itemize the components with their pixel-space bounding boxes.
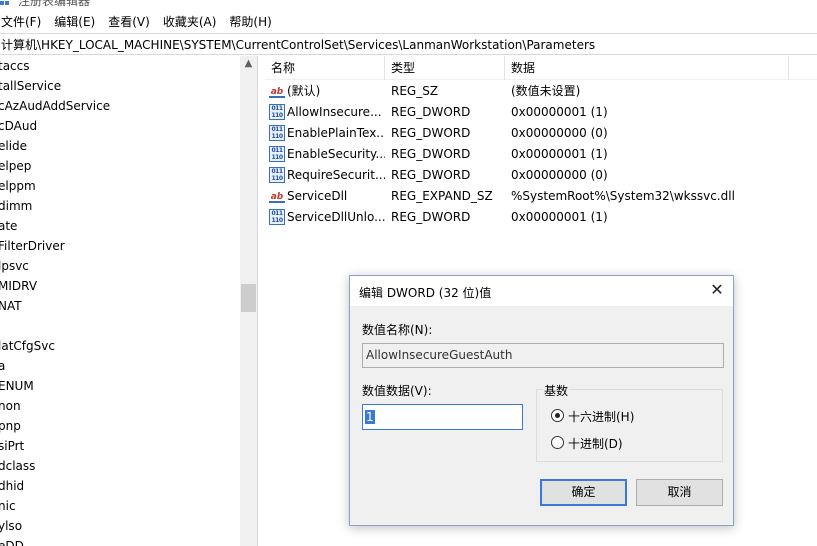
menu-help[interactable]: 帮助(H) [227, 13, 278, 30]
address-path: 计算机\HKEY_LOCAL_MACHINE\SYSTEM\CurrentCon… [1, 37, 596, 52]
string-value-icon: ab [269, 84, 285, 98]
value-type: REG_SZ [391, 83, 439, 98]
list-header: 名称 类型 数据 [265, 56, 817, 80]
tree-item[interactable] [0, 316, 257, 336]
value-name: EnableSecurity... [287, 146, 385, 161]
edit-dword-dialog: 编辑 DWORD (32 位)值 ✕ 数值名称(N): AllowInsecur… [349, 275, 734, 526]
tree-item[interactable]: elide [0, 136, 257, 156]
value-name: (默认) [287, 84, 321, 98]
tree-item[interactable]: elppm [0, 176, 257, 196]
value-row[interactable]: 011 110 RequireSecurit... REG_DWORD 0x0000… [265, 164, 817, 185]
value-data: 0x00000001 (1) [511, 104, 608, 119]
menu-bar: 文件(F) 编辑(E) 查看(V) 收藏夹(A) 帮助(H) [0, 11, 817, 32]
tree-item[interactable]: cAzAudAddService [0, 96, 257, 116]
key-tree-pane: taccs tallService cAzAudAddService cDAud… [0, 56, 258, 546]
menu-edit[interactable]: 编辑(E) [52, 13, 102, 30]
dialog-title: 编辑 DWORD (32 位)值 [359, 286, 492, 300]
menu-file[interactable]: 文件(F) [0, 13, 48, 30]
value-data-input[interactable]: 1 [362, 404, 523, 430]
tree-item[interactable]: elpep [0, 156, 257, 176]
value-data-text: 1 [365, 410, 375, 424]
dword-value-icon: 011 110 [269, 124, 285, 141]
value-name: RequireSecurit... [287, 167, 385, 182]
dword-value-icon: 011 110 [269, 145, 285, 162]
value-data: 0x00000001 (1) [511, 209, 608, 224]
tree-item[interactable]: cDAud [0, 116, 257, 136]
registry-editor-window: 注册表编辑器 文件(F) 编辑(E) 查看(V) 收藏夹(A) 帮助(H) 计算… [0, 0, 817, 546]
dialog-title-bar[interactable]: 编辑 DWORD (32 位)值 ✕ [350, 276, 733, 306]
value-type: REG_DWORD [391, 167, 471, 182]
registry-app-icon [0, 0, 10, 6]
value-name: EnablePlainTex... [287, 125, 385, 140]
column-header-name[interactable]: 名称 [265, 56, 385, 80]
value-type: REG_DWORD [391, 104, 471, 119]
value-name-field: AllowInsecureGuestAuth [362, 343, 724, 368]
tree-item[interactable]: FilterDriver [0, 236, 257, 256]
value-type: REG_DWORD [391, 125, 471, 140]
tree-item[interactable]: dclass [0, 456, 257, 476]
dword-value-icon: 011 110 [269, 208, 285, 225]
value-name: AllowInsecure... [287, 104, 382, 119]
tree-item[interactable]: pnp [0, 416, 257, 436]
radio-decimal-label[interactable]: 十进制(D) [568, 435, 623, 452]
tree-item[interactable]: eDD [0, 536, 257, 546]
value-name-label: 数值名称(N): [362, 323, 433, 337]
value-name: ServiceDllUnlo... [287, 209, 385, 224]
address-bar[interactable]: 计算机\HKEY_LOCAL_MACHINE\SYSTEM\CurrentCon… [0, 33, 817, 55]
cancel-button[interactable]: 取消 [636, 479, 723, 506]
radio-hexadecimal-label[interactable]: 十六进制(H) [568, 408, 634, 425]
title-bar: 注册表编辑器 [0, 0, 817, 10]
value-row[interactable]: 011 110 EnablePlainTex... REG_DWORD 0x0000… [265, 122, 817, 143]
scrollbar-thumb[interactable] [241, 284, 256, 312]
value-row[interactable]: 011 110 EnableSecurity... REG_DWORD 0x0000… [265, 143, 817, 164]
tree-item[interactable]: ENUM [0, 376, 257, 396]
tree-item[interactable]: non [0, 396, 257, 416]
tree-item[interactable]: nic [0, 496, 257, 516]
tree-item[interactable]: ate [0, 216, 257, 236]
tree-item[interactable]: lpsvc [0, 256, 257, 276]
value-data: (数值未设置) [511, 84, 581, 98]
tree-item[interactable]: dimm [0, 196, 257, 216]
value-data: 0x00000000 (0) [511, 167, 608, 182]
value-data: 0x00000000 (0) [511, 125, 608, 140]
tree-item[interactable]: a [0, 356, 257, 376]
column-header-data[interactable]: 数据 [505, 56, 789, 80]
window-title: 注册表编辑器 [18, 0, 91, 8]
value-row[interactable]: ab ServiceDll REG_EXPAND_SZ %SystemRoot%\… [265, 185, 817, 206]
tree-item[interactable]: NAT [0, 296, 257, 316]
tree-item[interactable]: ylso [0, 516, 257, 536]
tree-item[interactable]: dhid [0, 476, 257, 496]
close-icon[interactable]: ✕ [709, 282, 725, 298]
value-name: ServiceDll [287, 188, 348, 203]
value-type: REG_EXPAND_SZ [391, 188, 493, 203]
tree-item[interactable]: latCfgSvc [0, 336, 257, 356]
tree-scrollbar[interactable]: ▲ [240, 56, 257, 546]
tree-item[interactable]: siPrt [0, 436, 257, 456]
string-value-icon: ab [269, 189, 285, 203]
base-label: 基数 [543, 382, 570, 399]
tree-item[interactable]: taccs [0, 56, 257, 76]
value-data-label: 数值数据(V): [362, 384, 432, 398]
tree-item[interactable]: MIDRV [0, 276, 257, 296]
value-row[interactable]: 011 110 AllowInsecure... REG_DWORD 0x00000… [265, 101, 817, 122]
value-row[interactable]: ab (默认) REG_SZ (数值未设置) [265, 80, 817, 101]
menu-favorites[interactable]: 收藏夹(A) [161, 13, 224, 30]
value-row[interactable]: 011 110 ServiceDllUnlo... REG_DWORD 0x0000… [265, 206, 817, 227]
ok-button[interactable]: 确定 [540, 479, 627, 506]
radio-decimal[interactable] [551, 436, 564, 449]
scroll-up-arrow-icon[interactable]: ▲ [243, 58, 254, 69]
value-type: REG_DWORD [391, 209, 471, 224]
dword-value-icon: 011 110 [269, 103, 285, 120]
menu-view[interactable]: 查看(V) [106, 13, 157, 30]
tree-item[interactable]: tallService [0, 76, 257, 96]
value-type: REG_DWORD [391, 146, 471, 161]
radio-hexadecimal[interactable] [551, 409, 564, 422]
value-data: %SystemRoot%\System32\wkssvc.dll [511, 188, 735, 203]
dword-value-icon: 011 110 [269, 166, 285, 183]
radio-selected-dot [555, 413, 560, 418]
value-data: 0x00000001 (1) [511, 146, 608, 161]
column-header-type[interactable]: 类型 [385, 56, 505, 80]
base-groupbox [536, 389, 723, 462]
